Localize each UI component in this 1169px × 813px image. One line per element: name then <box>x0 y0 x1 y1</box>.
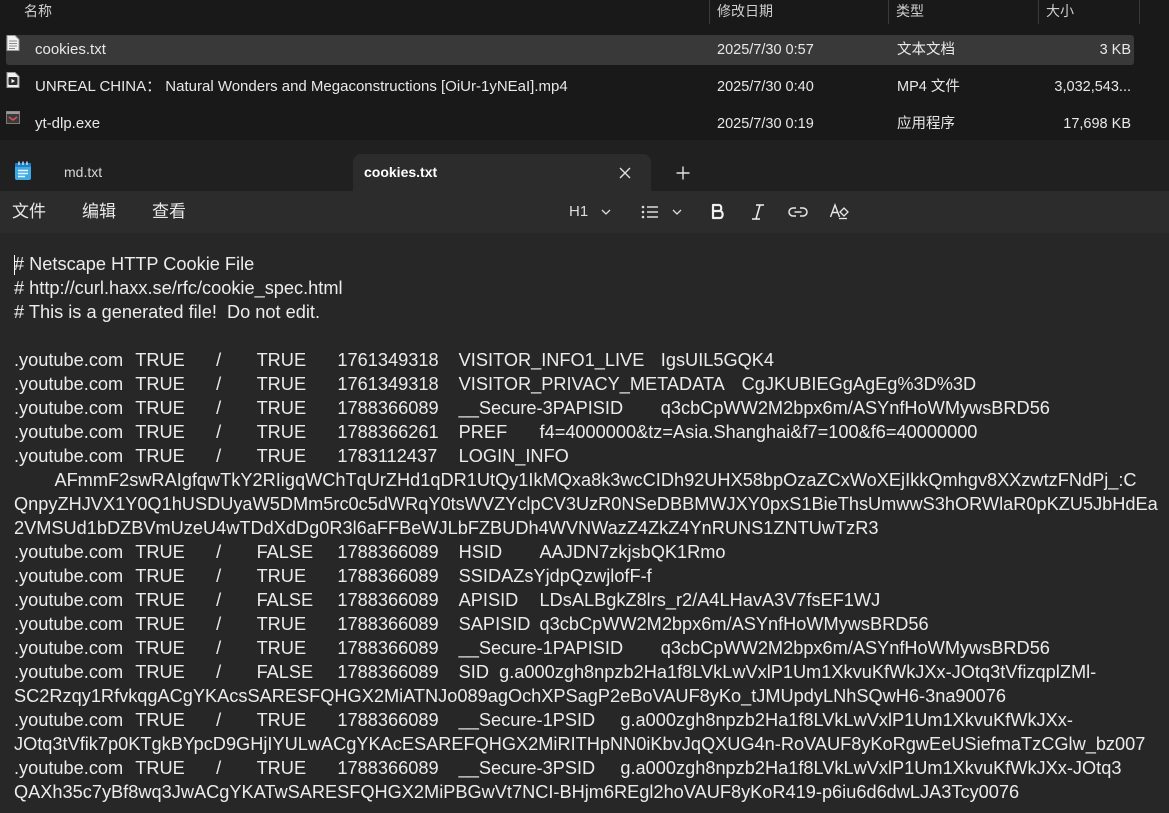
menu-bar: 文件 编辑 查看 H1 <box>0 191 1169 233</box>
notepad-window: md.txt cookies.txt 文件 编辑 查看 H1 # Netscap… <box>0 140 1169 813</box>
file-date: 2025/7/30 0:40 <box>717 79 814 95</box>
menu-view[interactable]: 查看 <box>152 191 186 233</box>
file-date: 2025/7/30 0:57 <box>717 42 814 58</box>
tab-bar: md.txt cookies.txt <box>0 140 1169 191</box>
heading-label: H1 <box>569 203 589 220</box>
file-explorer: 名称 修改日期 类型 大小 cookies.txt 2025/7/30 0:57… <box>0 0 1169 140</box>
file-name: yt-dlp.exe <box>35 115 101 132</box>
tab-md-txt[interactable]: md.txt <box>48 154 348 191</box>
link-button[interactable] <box>788 199 810 225</box>
bold-button[interactable] <box>709 199 729 225</box>
file-size: 3 KB <box>1099 42 1131 58</box>
editor-content[interactable]: # Netscape HTTP Cookie File # http://cur… <box>14 252 1158 804</box>
bold-icon <box>711 203 724 220</box>
file-size: 17,698 KB <box>1063 116 1131 132</box>
menu-file[interactable]: 文件 <box>12 191 46 233</box>
file-name: UNREAL CHINA： Natural Wonders and Megaco… <box>35 78 568 95</box>
file-type: 应用程序 <box>897 116 955 132</box>
close-icon <box>619 167 631 179</box>
column-header-size[interactable]: 大小 <box>1040 0 1140 24</box>
tab-label: cookies.txt <box>364 164 438 180</box>
file-date: 2025/7/30 0:19 <box>717 116 814 132</box>
file-row-cookies[interactable]: cookies.txt 2025/7/30 0:57 文本文档 3 KB <box>6 35 1134 65</box>
italic-button[interactable] <box>749 199 769 225</box>
exe-file-icon <box>6 111 20 124</box>
new-tab-button[interactable] <box>670 154 696 191</box>
chevron-down-icon <box>601 209 611 215</box>
close-tab-button[interactable] <box>615 154 635 191</box>
italic-icon <box>752 204 764 220</box>
tab-cookies-txt[interactable]: cookies.txt <box>353 154 651 191</box>
text-caret <box>14 255 15 275</box>
file-name: cookies.txt <box>35 41 106 58</box>
column-header-type[interactable]: 类型 <box>890 0 1039 24</box>
file-row-ytdlp[interactable]: yt-dlp.exe 2025/7/30 0:19 应用程序 17,698 KB <box>6 109 1134 139</box>
file-size: 3,032,543... <box>1054 79 1131 95</box>
link-icon <box>788 207 808 217</box>
heading-dropdown[interactable]: H1 <box>569 199 615 225</box>
tab-label: md.txt <box>64 164 103 180</box>
text-editor[interactable]: # Netscape HTTP Cookie File # http://cur… <box>0 233 1169 813</box>
file-type: MP4 文件 <box>897 79 960 95</box>
video-file-icon <box>6 72 20 88</box>
notepad-icon <box>15 161 31 180</box>
bulleted-list-icon <box>641 205 658 219</box>
plus-icon <box>676 166 690 180</box>
column-header-date[interactable]: 修改日期 <box>711 0 889 24</box>
file-row-video[interactable]: UNREAL CHINA： Natural Wonders and Megaco… <box>6 72 1134 102</box>
menu-edit[interactable]: 编辑 <box>82 191 116 233</box>
column-header-row: 名称 修改日期 类型 大小 <box>0 0 1169 24</box>
text-file-icon <box>6 35 20 51</box>
list-dropdown[interactable] <box>641 199 687 225</box>
clear-formatting-button[interactable] <box>829 199 851 225</box>
file-type: 文本文档 <box>897 42 955 58</box>
chevron-down-icon <box>672 209 682 215</box>
column-header-name[interactable]: 名称 <box>18 0 710 24</box>
clear-formatting-icon <box>829 203 849 220</box>
